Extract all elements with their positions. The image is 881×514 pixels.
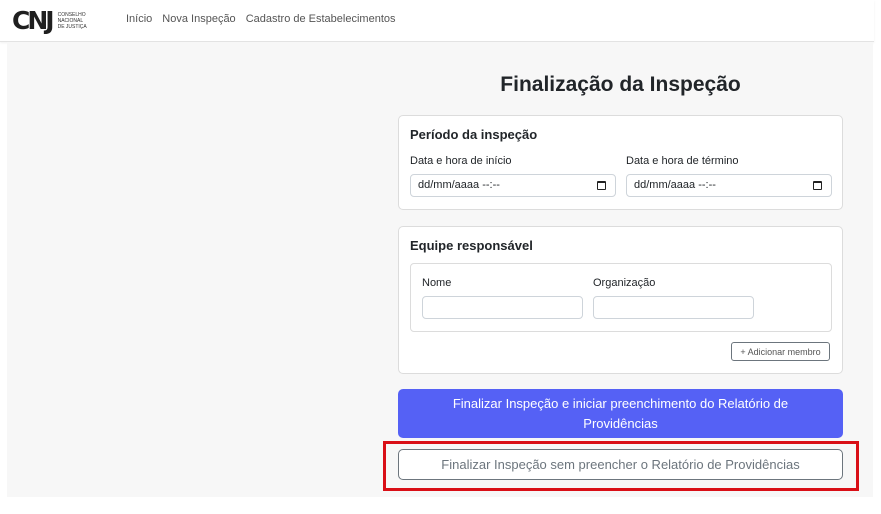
- start-datetime-value: dd/mm/aaaa --:--: [418, 179, 500, 191]
- nav-links: Início Nova Inspeção Cadastro de Estabel…: [126, 13, 396, 25]
- end-datetime-label: Data e hora de término: [626, 155, 739, 167]
- periodo-card: Período da inspeção Data e hora de iníci…: [398, 115, 843, 210]
- nav-link-inicio[interactable]: Início: [126, 13, 152, 25]
- periodo-title: Período da inspeção: [410, 127, 538, 142]
- logo-line: DE JUSTIÇA: [57, 24, 87, 30]
- end-datetime-input[interactable]: dd/mm/aaaa --:--: [626, 174, 832, 197]
- start-datetime-label: Data e hora de início: [410, 155, 512, 167]
- member-org-input[interactable]: [593, 296, 754, 319]
- member-name-input[interactable]: [422, 296, 583, 319]
- end-datetime-value: dd/mm/aaaa --:--: [634, 179, 716, 191]
- member-row: Nome Organização: [410, 263, 832, 332]
- logo-mark: CNJ: [12, 6, 55, 35]
- nav-link-cadastro-estabelecimentos[interactable]: Cadastro de Estabelecimentos: [246, 13, 396, 25]
- add-member-button[interactable]: + Adicionar membro: [731, 342, 830, 361]
- member-org-label: Organização: [593, 277, 656, 289]
- finalize-without-report-button[interactable]: Finalizar Inspeção sem preencher o Relat…: [398, 449, 843, 480]
- finalize-with-report-button[interactable]: Finalizar Inspeção e iniciar preenchimen…: [398, 389, 843, 438]
- logo-text: CONSELHO NACIONAL DE JUSTIÇA: [58, 12, 98, 30]
- member-name-label: Nome: [422, 277, 452, 289]
- page-title: Finalização da Inspeção: [500, 73, 741, 96]
- nav-link-nova-inspecao[interactable]: Nova Inspeção: [162, 13, 235, 25]
- start-datetime-input[interactable]: dd/mm/aaaa --:--: [410, 174, 616, 197]
- cnj-logo[interactable]: CNJ CONSELHO NACIONAL DE JUSTIÇA: [12, 7, 98, 35]
- equipe-title: Equipe responsável: [410, 238, 533, 253]
- top-navbar: CNJ CONSELHO NACIONAL DE JUSTIÇA Início …: [0, 0, 874, 42]
- calendar-icon[interactable]: [597, 181, 606, 190]
- calendar-icon[interactable]: [813, 181, 822, 190]
